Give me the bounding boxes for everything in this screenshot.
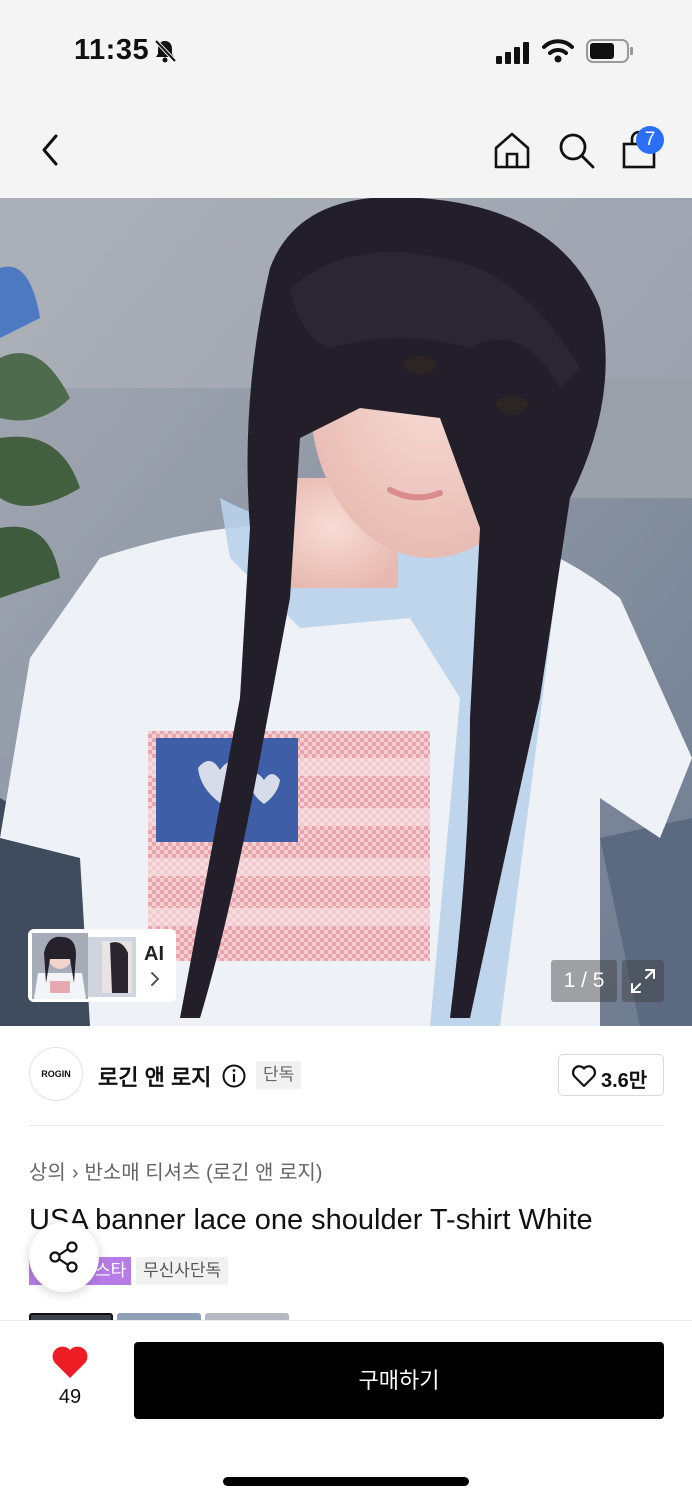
buy-button[interactable]: 구매하기 (134, 1342, 664, 1419)
brand-like-button[interactable]: 3.6만 (558, 1054, 664, 1096)
heart-outline-icon (571, 1065, 597, 1088)
chevron-right-icon (149, 971, 161, 992)
breadcrumb-category[interactable]: 상의 (29, 1162, 66, 1184)
home-indicator (223, 1477, 469, 1486)
breadcrumb-separator: › (71, 1162, 79, 1184)
ai-label: AI (144, 943, 164, 965)
back-icon[interactable] (36, 132, 66, 168)
breadcrumb: 상의 › 반소매 티셔츠 (로긴 앤 로지) (29, 1156, 328, 1185)
brand-name[interactable]: 로긴 앤 로지 (98, 1060, 211, 1092)
signal-icon (496, 42, 532, 69)
wishlist-count: 49 (58, 1386, 82, 1408)
wifi-icon (542, 38, 574, 69)
product-title: USA banner lace one shoulder T-shirt Whi… (29, 1204, 593, 1236)
info-icon[interactable] (222, 1064, 246, 1093)
ai-recommend-card[interactable]: AI (28, 929, 176, 1002)
share-icon (49, 1241, 78, 1273)
cart-count-badge: 7 (636, 126, 664, 154)
heart-filled-icon[interactable] (50, 1344, 90, 1385)
bell-off-icon (152, 38, 178, 69)
expand-icon[interactable] (622, 960, 664, 1002)
exclusive-tag: 단독 (256, 1061, 302, 1089)
top-nav (0, 100, 692, 198)
home-icon[interactable] (492, 130, 532, 175)
brand-logo[interactable]: ROGIN (29, 1047, 83, 1101)
breadcrumb-subcategory[interactable]: 반소매 티셔츠 (로긴 앤 로지) (84, 1162, 322, 1184)
ai-thumbnail (32, 933, 136, 1004)
musinsa-exclusive-badge: 무신사단독 (136, 1257, 229, 1285)
divider (29, 1125, 664, 1126)
product-photo[interactable] (0, 198, 692, 1026)
image-counter: 1 / 5 (551, 960, 617, 1002)
battery-icon (586, 39, 634, 68)
status-bar: 11:35 (0, 0, 692, 100)
share-button[interactable] (29, 1222, 99, 1292)
status-time: 11:35 (74, 34, 150, 66)
search-icon[interactable] (556, 130, 596, 175)
brand-like-count: 3.6만 (601, 1070, 648, 1092)
